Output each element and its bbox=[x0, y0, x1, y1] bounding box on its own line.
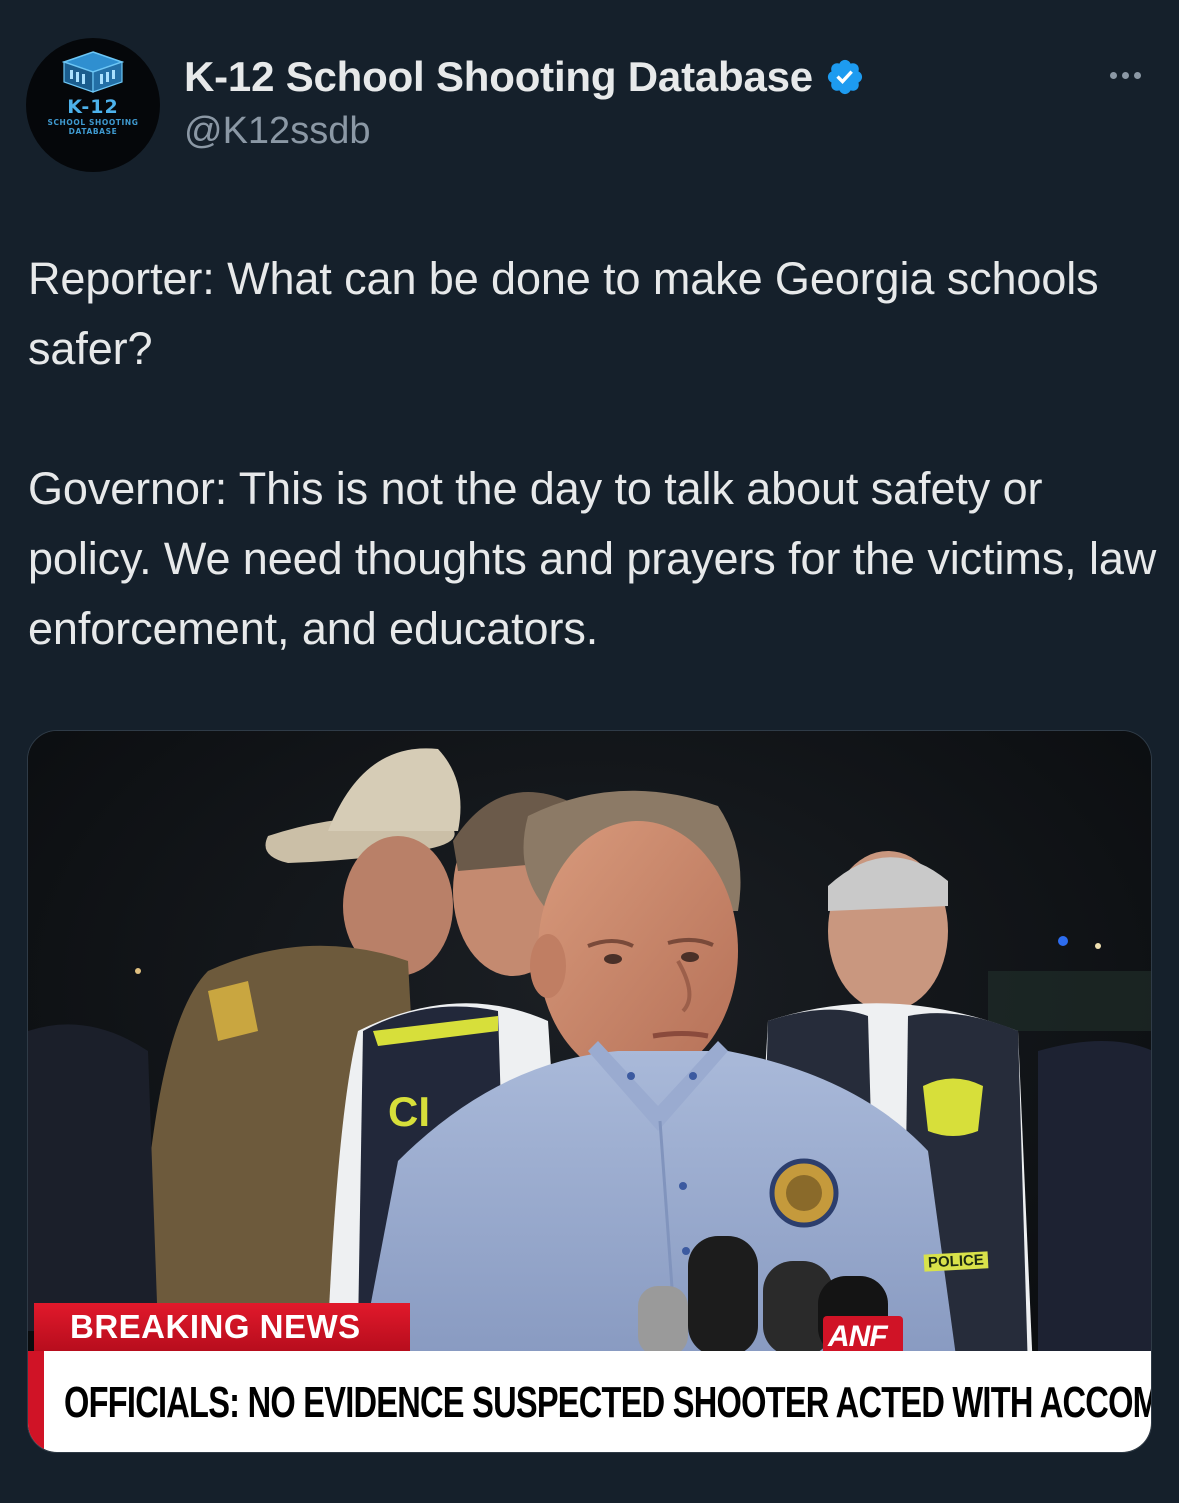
headline-text: OFFICIALS: NO EVIDENCE SUSPECTED SHOOTER… bbox=[64, 1378, 1152, 1427]
svg-text:CI: CI bbox=[388, 1088, 430, 1135]
avatar[interactable]: K-12 SCHOOL SHOOTING DATABASE bbox=[26, 38, 160, 172]
vest-police-label: POLICE bbox=[923, 1251, 989, 1272]
database-logo-icon bbox=[62, 51, 124, 93]
verified-badge-icon bbox=[827, 59, 863, 95]
avatar-subtitle-2: DATABASE bbox=[68, 127, 118, 136]
tweet-text: Reporter: What can be done to make Georg… bbox=[28, 244, 1158, 664]
more-options-icon bbox=[1109, 71, 1117, 79]
more-options-button[interactable] bbox=[1100, 60, 1150, 90]
display-name[interactable]: K-12 School Shooting Database bbox=[184, 53, 813, 101]
headline-banner: OFFICIALS: NO EVIDENCE SUSPECTED SHOOTER… bbox=[28, 1351, 1152, 1452]
tweet-paragraph: Governor: This is not the day to talk ab… bbox=[28, 463, 1157, 654]
paragraph-spacer bbox=[28, 384, 1158, 454]
mic-flag-logo: ANF bbox=[828, 1320, 888, 1353]
more-options-icon-dot bbox=[1133, 71, 1141, 79]
breaking-news-banner: BREAKING NEWS bbox=[34, 1303, 410, 1351]
tweet-media-image[interactable]: CI POLICE ANF BREAKING NEWS OFFICIALS: N… bbox=[27, 730, 1152, 1453]
more-options-icon-dot bbox=[1121, 71, 1129, 79]
author-name-row: K-12 School Shooting Database bbox=[184, 50, 865, 104]
tweet: K-12 SCHOOL SHOOTING DATABASE K-12 Schoo… bbox=[0, 0, 1179, 1503]
breaking-news-label: BREAKING NEWS bbox=[70, 1308, 361, 1345]
author-handle[interactable]: @K12ssdb bbox=[184, 110, 370, 153]
avatar-subtitle: SCHOOL SHOOTING bbox=[47, 118, 139, 127]
avatar-title: K-12 bbox=[67, 96, 119, 118]
tweet-paragraph: Reporter: What can be done to make Georg… bbox=[28, 253, 1099, 374]
